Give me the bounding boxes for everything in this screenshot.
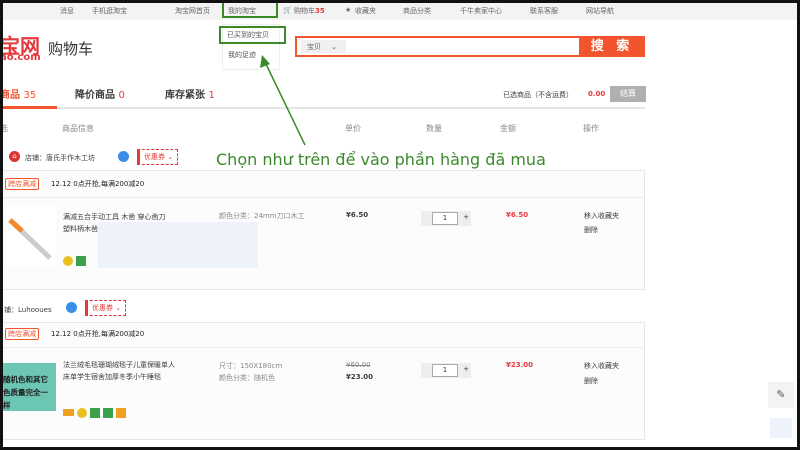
redacted-overlay [98,222,258,268]
